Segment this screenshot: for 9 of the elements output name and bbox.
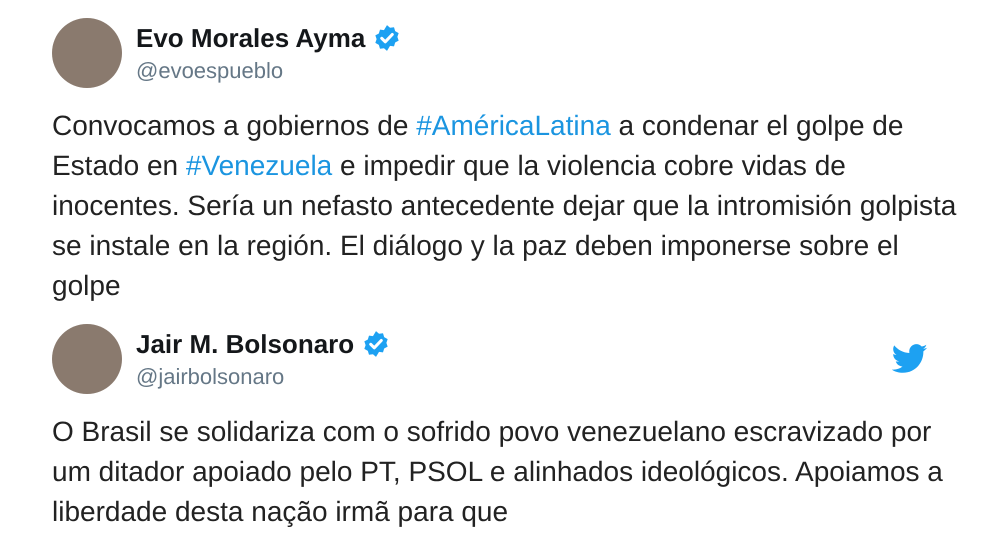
user-handle[interactable]: @evoespueblo [136, 58, 972, 84]
user-handle[interactable]: @jairbolsonaro [136, 364, 878, 390]
user-name[interactable]: Jair M. Bolsonaro [136, 328, 354, 360]
bird-icon[interactable] [892, 344, 928, 374]
hashtag-link[interactable]: #AméricaLatina [416, 110, 611, 141]
user-name[interactable]: Evo Morales Ayma [136, 22, 366, 54]
tweet-text: Convocamos a gobiernos de #AméricaLatina a condenar el golpe de Estado en #Venezuela e impedir que la violencia cobre vidas de inocentes. Sería un nefasto antecedente dejar que la intromisión golpista se instale en la región. El diálogo y la paz deben imponerse sobre el golpe [52, 109, 957, 303]
hashtag-link[interactable]: #Venezuela [186, 150, 332, 181]
tweet-text: O Brasil se solidariza com o sofrido povo venezuelano escravizado por um ditador apoiado pelo PT, PSOL e alinhados ideológicos. Apoiamos a liberdade desta nação irmã para que [52, 415, 944, 529]
